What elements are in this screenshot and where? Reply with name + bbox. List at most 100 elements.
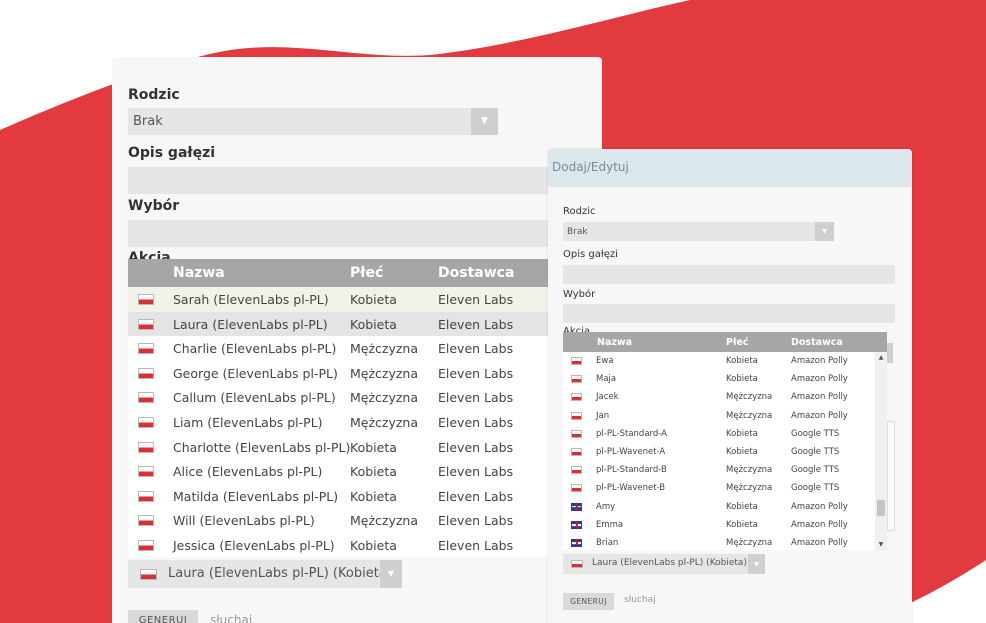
column-name[interactable]: Nazwa — [173, 265, 225, 281]
pl-flag-icon — [571, 411, 582, 420]
chevron-down-icon[interactable]: ▼ — [380, 560, 402, 588]
column-provider[interactable]: Dostawca — [438, 265, 514, 281]
voice-row[interactable]: Alice (ElevenLabs pl-PL) Kobieta Eleven La… — [128, 459, 548, 484]
description-input[interactable] — [563, 265, 895, 284]
voice-row[interactable]: Jan Mężczyzna Amazon Polly — [563, 407, 873, 425]
voice-name-cell: Matilda (ElevenLabs pl-PL) — [173, 488, 339, 504]
voice-name-cell: Ewa — [596, 356, 614, 366]
voice-name-cell: George (ElevenLabs pl-PL) — [173, 365, 338, 381]
description-label: Opis gałęzi — [563, 249, 618, 260]
voice-row[interactable]: Charlie (ElevenLabs pl-PL) Mężczyzna Eleve… — [128, 336, 548, 361]
action-label: Akcja — [128, 250, 171, 259]
voice-provider-cell: Amazon Polly — [791, 519, 848, 530]
voice-provider-cell: Amazon Polly — [791, 356, 848, 366]
choice-input[interactable] — [128, 220, 548, 247]
pl-flag-icon — [138, 417, 154, 428]
parent-select[interactable]: Brak ▼ — [563, 222, 834, 241]
voice-row[interactable]: Matilda (ElevenLabs pl-PL) Kobieta Eleven … — [128, 484, 548, 509]
voice-gender-cell: Kobieta — [350, 439, 397, 455]
voice-provider-cell: Amazon Polly — [791, 538, 848, 548]
voice-row[interactable]: Sarah (ElevenLabs pl-PL) Kobieta Eleven La… — [128, 287, 548, 312]
description-input[interactable] — [128, 167, 548, 194]
voice-grid: Sarah (ElevenLabs pl-PL) Kobieta Eleven La… — [128, 287, 548, 557]
pl-flag-icon — [138, 466, 154, 478]
voice-provider-cell: Google TTS — [791, 447, 840, 457]
pl-flag-icon — [571, 375, 582, 384]
voice-row[interactable]: pl-PL-Wavenet-A Kobieta Google TTS — [563, 443, 873, 461]
voice-row[interactable]: Ewa Kobieta Amazon Polly — [563, 352, 873, 370]
voice-name-cell: Emma — [596, 519, 624, 530]
voice-provider-cell: Amazon Polly — [791, 374, 848, 385]
voice-row[interactable]: Jacek Mężczyzna Amazon Polly — [563, 388, 873, 406]
voice-row[interactable]: pl-PL-Standard-A Kobieta Google TTS — [563, 425, 873, 443]
voice-provider-cell: Amazon Polly — [791, 410, 848, 421]
voice-gender-cell: Kobieta — [350, 464, 397, 480]
scroll-down-icon[interactable]: ▼ — [875, 541, 887, 548]
listen-link[interactable]: słuchaj — [624, 595, 656, 605]
chevron-down-icon[interactable]: ▼ — [748, 554, 765, 574]
voice-provider-cell: Eleven Labs — [438, 439, 514, 455]
voice-name-cell: Charlotte (ElevenLabs pl-PL) — [173, 439, 351, 455]
voice-gender-cell: Kobieta — [350, 292, 397, 307]
voice-gender-cell: Kobieta — [350, 316, 397, 332]
voice-row[interactable]: Will (ElevenLabs pl-PL) Mężczyzna Eleven L… — [128, 508, 548, 533]
voice-provider-cell: Google TTS — [791, 428, 840, 439]
generate-button[interactable]: GENERUJ — [563, 593, 614, 610]
voice-row[interactable]: Laura (ElevenLabs pl-PL) Kobieta Eleven La… — [128, 311, 548, 337]
generate-button[interactable]: GENERUJ — [128, 610, 198, 623]
voice-row[interactable]: Callum (ElevenLabs pl-PL) Mężczyzna Eleven… — [128, 385, 548, 410]
voice-provider-cell: Eleven Labs — [438, 341, 514, 357]
pl-flag-icon — [571, 429, 582, 438]
voice-gender-cell: Mężczyzna — [350, 415, 419, 430]
voice-name-cell: Will (ElevenLabs pl-PL) — [173, 513, 315, 529]
voice-gender-cell: Mężczyzna — [726, 392, 773, 403]
parent-label: Rodzic — [128, 87, 180, 103]
voice-provider-cell: Eleven Labs — [438, 513, 514, 529]
scroll-up-icon[interactable]: ▲ — [875, 354, 887, 361]
voice-gender-cell: Mężczyzna — [726, 465, 773, 476]
voice-gender-cell: Kobieta — [726, 374, 758, 385]
voice-name-cell: pl-PL-Standard-B — [596, 465, 667, 476]
voice-row[interactable]: Maja Kobieta Amazon Polly — [563, 370, 873, 388]
voice-row[interactable]: George (ElevenLabs pl-PL) Mężczyzna Eleven… — [128, 361, 548, 386]
column-gender[interactable]: Płeć — [726, 337, 749, 348]
parent-select[interactable]: Brak ▼ — [128, 108, 498, 135]
pl-flag-icon — [571, 393, 582, 402]
voice-name-cell: pl-PL-Wavenet-A — [596, 447, 666, 457]
voice-row[interactable]: Charlotte (ElevenLabs pl-PL) Kobieta Eleve… — [128, 435, 548, 460]
voice-row[interactable]: Emma Kobieta Amazon Polly — [563, 516, 873, 534]
voice-name-cell: Jacek — [596, 392, 619, 403]
pl-flag-icon — [138, 294, 154, 305]
pl-flag-icon — [138, 318, 154, 330]
voice-row[interactable]: Brian Mężczyzna Amazon Polly — [563, 534, 873, 550]
voice-row[interactable]: Amy Kobieta Amazon Polly — [563, 498, 873, 516]
scrollbar-thumb[interactable] — [877, 500, 885, 516]
voice-row[interactable]: Liam (ElevenLabs pl-PL) Mężczyzna Eleven L… — [128, 410, 548, 435]
selected-voice-select[interactable]: Laura (ElevenLabs pl-PL) (Kobieta) ▼ — [563, 554, 765, 574]
chevron-down-icon[interactable]: ▼ — [471, 108, 498, 135]
voice-row[interactable]: Jessica (ElevenLabs pl-PL) Kobieta Eleven … — [128, 533, 548, 558]
voice-grid-header: Nazwa Płeć Dostawca — [563, 332, 887, 352]
dialog-title-bar[interactable]: Dodaj/Edytuj — [548, 149, 912, 187]
voice-name-cell: Laura (ElevenLabs pl-PL) — [173, 316, 328, 332]
listen-link[interactable]: słuchaj — [210, 613, 252, 623]
voice-row[interactable]: pl-PL-Wavenet-B Mężczyzna Google TTS — [563, 479, 873, 497]
chevron-down-icon[interactable]: ▼ — [815, 222, 834, 241]
voice-provider-cell: Eleven Labs — [438, 415, 514, 430]
column-provider[interactable]: Dostawca — [791, 337, 843, 348]
column-gender[interactable]: Płeć — [350, 265, 383, 281]
pl-flag-icon — [138, 540, 154, 551]
voice-provider-cell: Eleven Labs — [438, 316, 514, 332]
vertical-scrollbar[interactable]: ▲ ▼ — [875, 352, 887, 550]
voice-row[interactable]: pl-PL-Standard-B Mężczyzna Google TTS — [563, 461, 873, 479]
voice-name-cell: Sarah (ElevenLabs pl-PL) — [173, 292, 329, 307]
choice-input[interactable] — [563, 304, 895, 323]
voice-name-cell: pl-PL-Standard-A — [596, 428, 667, 439]
column-name[interactable]: Nazwa — [597, 337, 632, 348]
voice-provider-cell: Eleven Labs — [438, 488, 514, 504]
parent-label: Rodzic — [563, 206, 596, 217]
selected-voice-select[interactable]: Laura (ElevenLabs pl-PL) (Kobieta) ▼ — [128, 560, 402, 588]
voice-provider-cell: Eleven Labs — [438, 365, 514, 381]
voice-name-cell: Jessica (ElevenLabs pl-PL) — [173, 538, 335, 553]
action-select-edge — [887, 343, 893, 363]
